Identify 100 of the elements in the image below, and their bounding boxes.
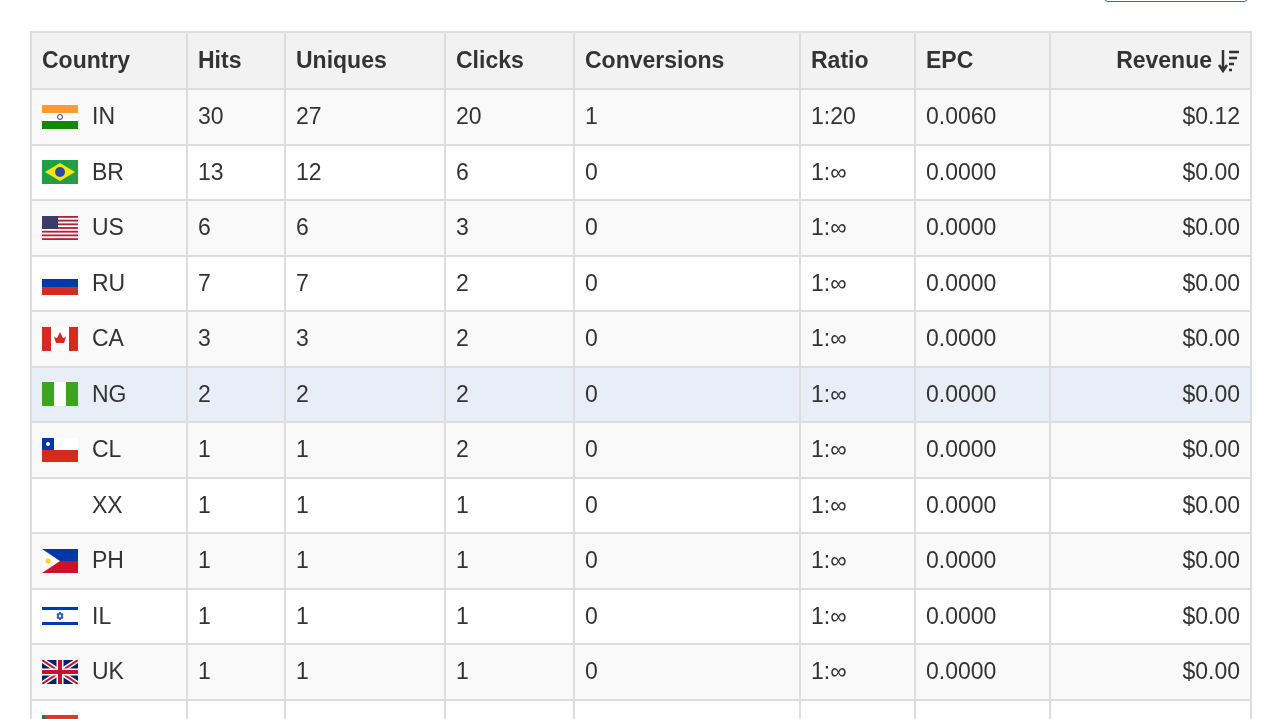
table-cell: 1:∞ xyxy=(811,436,847,464)
table-cell: $0.00 xyxy=(1182,380,1240,408)
table-cell: 1:∞ xyxy=(811,547,847,575)
table-cell: 1:∞ xyxy=(811,214,847,242)
table-cell: 0.0000 xyxy=(926,380,997,408)
table-cell: 30 xyxy=(198,103,224,131)
flag-icon xyxy=(42,215,78,240)
table-cell: 0.0000 xyxy=(926,658,997,686)
column-header[interactable]: Ratio xyxy=(801,33,916,90)
table-cell: 0.0000 xyxy=(926,158,997,186)
table-cell: 2 xyxy=(456,325,469,353)
table-cell: 0 xyxy=(585,547,598,575)
table-cell: 2 xyxy=(198,380,211,408)
country-code: UK xyxy=(92,658,124,686)
table-cell: $0.00 xyxy=(1182,658,1240,686)
table-cell: 1 xyxy=(456,658,469,686)
table-cell: 0 xyxy=(585,491,598,519)
table-cell: 0 xyxy=(585,602,598,630)
table-cell: $0.00 xyxy=(1182,436,1240,464)
table-cell: 6 xyxy=(456,158,469,186)
table-cell: 1 xyxy=(456,547,469,575)
table-cell: 7 xyxy=(296,269,309,297)
table-cell: 12 xyxy=(296,158,322,186)
column-header[interactable]: Uniques xyxy=(286,33,446,90)
table-cell: 0.0000 xyxy=(926,602,997,630)
country-code: US xyxy=(92,214,124,242)
flag-icon xyxy=(42,160,78,185)
table-cell: $0.00 xyxy=(1182,602,1240,630)
table-cell: 0.0000 xyxy=(926,214,997,242)
table-cell: 1:∞ xyxy=(811,658,847,686)
column-header[interactable]: Country xyxy=(32,33,188,90)
table-cell: 6 xyxy=(296,214,309,242)
flag-icon xyxy=(42,548,78,573)
table-cell: 0.0000 xyxy=(926,491,997,519)
table-cell: 1 xyxy=(456,602,469,630)
country-code: IN xyxy=(92,103,115,131)
table-cell: 20 xyxy=(456,103,482,131)
table-cell: 1 xyxy=(296,547,309,575)
table-cell: 0.0000 xyxy=(926,325,997,353)
table-cell: 1:∞ xyxy=(811,491,847,519)
table-cell: 1:∞ xyxy=(811,602,847,630)
sort-descending-icon xyxy=(1218,47,1240,74)
table-cell: 1:∞ xyxy=(811,269,847,297)
table-cell: 1 xyxy=(296,491,309,519)
flag-icon xyxy=(42,437,78,462)
table-cell: 1 xyxy=(296,436,309,464)
table-cell: 3 xyxy=(198,325,211,353)
table-cell: $0.00 xyxy=(1182,491,1240,519)
table-cell: 2 xyxy=(456,269,469,297)
table-cell: 1:20 xyxy=(811,103,856,131)
table-cell: 1 xyxy=(198,658,211,686)
table-cell: 1:∞ xyxy=(811,158,847,186)
country-code: PH xyxy=(92,547,124,575)
table-cell: 1 xyxy=(585,103,598,131)
table-cell: $0.00 xyxy=(1182,325,1240,353)
country-code: NG xyxy=(92,380,127,408)
column-header[interactable]: Clicks xyxy=(446,33,575,90)
flag-icon xyxy=(42,104,78,129)
table-cell: $0.00 xyxy=(1182,547,1240,575)
column-header[interactable]: Hits xyxy=(188,33,286,90)
table-cell: 7 xyxy=(198,269,211,297)
flag-icon xyxy=(42,659,78,684)
table-cell: 27 xyxy=(296,103,322,131)
table-cell: $0.00 xyxy=(1182,158,1240,186)
table-cell: 0.0000 xyxy=(926,436,997,464)
table-cell: 1 xyxy=(296,658,309,686)
table-cell: 0 xyxy=(585,436,598,464)
country-code: BR xyxy=(92,158,124,186)
table-cell: 3 xyxy=(456,214,469,242)
table-cell: 1 xyxy=(198,602,211,630)
country-code: IL xyxy=(92,602,112,630)
table-cell: 1 xyxy=(456,491,469,519)
flag-icon xyxy=(42,382,78,407)
column-header[interactable]: Revenue xyxy=(1051,33,1252,90)
table-cell: 0.0060 xyxy=(926,103,997,131)
table-cell: 2 xyxy=(296,380,309,408)
table-cell: 6 xyxy=(198,214,211,242)
table-cell: 0.0000 xyxy=(926,269,997,297)
table-cell: 3 xyxy=(296,325,309,353)
table-cell: 2 xyxy=(456,436,469,464)
country-code: XX xyxy=(92,491,123,519)
table-cell: 0 xyxy=(585,269,598,297)
table-cell: $0.12 xyxy=(1182,103,1240,131)
table-cell: 13 xyxy=(198,158,224,186)
table-cell: 1 xyxy=(198,436,211,464)
country-code: RU xyxy=(92,269,126,297)
table-cell: 0 xyxy=(585,214,598,242)
table-cell: 1:∞ xyxy=(811,325,847,353)
column-header[interactable]: Conversions xyxy=(575,33,801,90)
table-cell: 1 xyxy=(198,491,211,519)
table-cell: 0.0000 xyxy=(926,547,997,575)
country-code: CA xyxy=(92,325,124,353)
table-cell: 1 xyxy=(296,602,309,630)
table-cell: $0.00 xyxy=(1182,269,1240,297)
table-cell: $0.00 xyxy=(1182,214,1240,242)
table-cell: 0 xyxy=(585,158,598,186)
table-cell: 1:∞ xyxy=(811,380,847,408)
column-header[interactable]: EPC xyxy=(916,33,1051,90)
country-code: CL xyxy=(92,436,122,464)
table-cell: 2 xyxy=(456,380,469,408)
